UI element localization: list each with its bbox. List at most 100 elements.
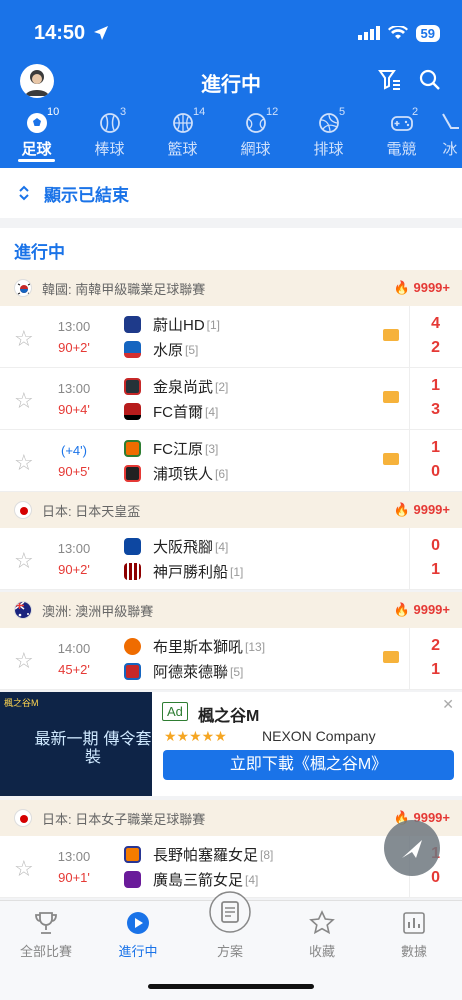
tab-football[interactable]: 10 足球 [0, 106, 73, 162]
scores: 01 [431, 537, 440, 585]
status-time: 14:50 [34, 21, 86, 44]
play-circle-icon [127, 912, 149, 934]
floating-action-button[interactable] [384, 820, 440, 876]
home-team: FC江原 [3] [124, 436, 228, 461]
away-score: 2 [431, 339, 440, 356]
top-bar: 14:50 59 進行中 10 足球 3 棒球 14 籃球 12 網球 5 排球… [0, 0, 462, 168]
home-team: 大阪飛腳 [4] [124, 534, 243, 559]
sport-tabs: 10 足球 3 棒球 14 籃球 12 網球 5 排球 2 電競 冰 [0, 106, 462, 162]
scores: 13 [431, 377, 440, 425]
nav-data[interactable]: 數據 [368, 909, 460, 960]
favorite-star-icon[interactable]: ☆ [14, 388, 34, 414]
section-title: 進行中 [0, 228, 462, 270]
tab-count: 5 [339, 106, 346, 118]
match-minute: 90+4' [58, 402, 90, 417]
ad-image[interactable]: 楓之谷M 最新一期 傳令套裝 [0, 692, 152, 796]
ad-download-button[interactable]: 立即下載《楓之谷M》 [163, 750, 454, 780]
nav-plans[interactable]: 方案 [184, 891, 276, 960]
team-badge-icon [124, 316, 141, 333]
team-rank: [1] [230, 564, 244, 579]
nav-all-matches[interactable]: 全部比賽 [0, 909, 92, 960]
match-row[interactable]: ☆ 14:00 45+2' 布里斯本獅吼 [13] 阿德萊德聯 [5] 21 [0, 628, 462, 690]
team-badge-icon [124, 465, 141, 482]
league-name: 澳洲: 澳洲甲級聯賽 [42, 603, 154, 619]
ad-title: 楓之谷M [198, 708, 260, 725]
match-row[interactable]: ☆ 13:00 90+2' 大阪飛腳 [4] 神戸勝利船 [1] 01 [0, 528, 462, 590]
tab-label: 電競 [386, 141, 417, 158]
kickoff-time: 13:00 [57, 319, 91, 334]
expand-icon [19, 185, 29, 201]
tab-label: 網球 [240, 141, 271, 158]
tab-volleyball[interactable]: 5 排球 [292, 106, 365, 162]
nav-label: 數據 [400, 944, 427, 959]
nav-live[interactable]: 進行中 [92, 909, 184, 960]
favorite-star-icon[interactable]: ☆ [14, 450, 34, 476]
favorite-star-icon[interactable]: ☆ [14, 326, 34, 352]
divider [409, 306, 410, 367]
nav-favorites[interactable]: 收藏 [276, 909, 368, 960]
scores: 10 [431, 439, 440, 487]
baseball-icon [99, 113, 120, 133]
tab-count: 12 [266, 106, 279, 118]
team-name: 神戸勝利船 [153, 564, 229, 581]
team-badge-icon [124, 846, 141, 863]
ad-banner[interactable]: 楓之谷M 最新一期 傳令套裝 Ad 楓之谷M ★★★★★ NEXON Compa… [0, 692, 462, 796]
divider [409, 628, 410, 689]
live-stream-icon[interactable] [383, 453, 399, 465]
tab-baseball[interactable]: 3 棒球 [73, 106, 146, 162]
tab-esports[interactable]: 2 電競 [365, 106, 438, 162]
australia-flag-icon [14, 601, 32, 619]
match-row[interactable]: ☆ 13:00 90+2' 蔚山HD [1] 水原 [5] 4 2 [0, 306, 462, 368]
team-badge-icon [124, 341, 141, 358]
match-row[interactable]: ☆ 13:00 90+4' 金泉尚武 [2] FC首爾 [4] 13 [0, 368, 462, 430]
match-row[interactable]: ☆ (+4') 90+5' FC江原 [3] 浦项铁人 [6] 10 [0, 430, 462, 492]
away-score: 3 [431, 401, 440, 418]
status-right: 59 [357, 24, 440, 42]
tab-label: 棒球 [94, 141, 125, 158]
team-name: FC首爾 [153, 404, 203, 421]
kickoff-time: 14:00 [57, 641, 91, 656]
live-stream-icon[interactable] [383, 391, 399, 403]
filter-icon[interactable] [378, 68, 402, 92]
team-rank: [6] [215, 466, 229, 481]
team-badge-icon [124, 440, 141, 457]
ad-image-text: 最新一期 傳令套裝 [34, 729, 152, 766]
home-score: 4 [431, 315, 440, 332]
live-stream-icon[interactable] [383, 329, 399, 341]
battery-level: 59 [415, 24, 440, 42]
tab-label: 籃球 [167, 141, 198, 158]
tab-icehockey[interactable]: 冰 [438, 110, 462, 162]
teams: 布里斯本獅吼 [13] 阿德萊德聯 [5] [124, 634, 265, 684]
league-header[interactable]: 日本: 日本天皇盃 🔥 9999+ [0, 492, 462, 528]
team-name: 長野帕塞羅女足 [153, 847, 259, 864]
league-header[interactable]: 澳洲: 澳洲甲級聯賽 🔥 9999+ [0, 592, 462, 628]
team-name: 蔚山HD [153, 317, 205, 334]
close-icon[interactable]: ✕ [442, 696, 454, 713]
away-team: 水原 [5] [124, 337, 220, 362]
tab-basketball[interactable]: 14 籃球 [146, 106, 219, 162]
tab-label: 足球 [21, 141, 52, 158]
match-minute: 45+2' [58, 662, 90, 677]
favorite-star-icon[interactable]: ☆ [14, 856, 34, 882]
basketball-icon [172, 113, 193, 133]
away-score: 0 [431, 463, 440, 480]
teams: 蔚山HD [1] 水原 [5] [124, 312, 220, 362]
league-header[interactable]: 韓國: 南韓甲級職業足球聯賽 🔥 9999+ [0, 270, 462, 306]
show-finished-toggle[interactable]: 顯示已結束 [0, 168, 462, 218]
match-minute: 90+2' [58, 562, 90, 577]
favorite-star-icon[interactable]: ☆ [14, 548, 34, 574]
favorite-star-icon[interactable]: ☆ [14, 648, 34, 674]
document-icon [209, 891, 251, 933]
tennis-icon [245, 113, 266, 133]
team-badge-icon [124, 871, 141, 888]
tab-count: 2 [412, 106, 419, 118]
tab-tennis[interactable]: 12 網球 [219, 106, 292, 162]
home-team: 蔚山HD [1] [124, 312, 220, 337]
home-team: 長野帕塞羅女足 [8] [124, 842, 273, 867]
live-stream-icon[interactable] [383, 651, 399, 663]
team-rank: [4] [245, 872, 259, 887]
search-icon[interactable] [418, 68, 442, 92]
team-rank: [5] [230, 664, 244, 679]
match-time: 13:00 90+2' [44, 319, 104, 355]
team-badge-icon [124, 403, 141, 420]
